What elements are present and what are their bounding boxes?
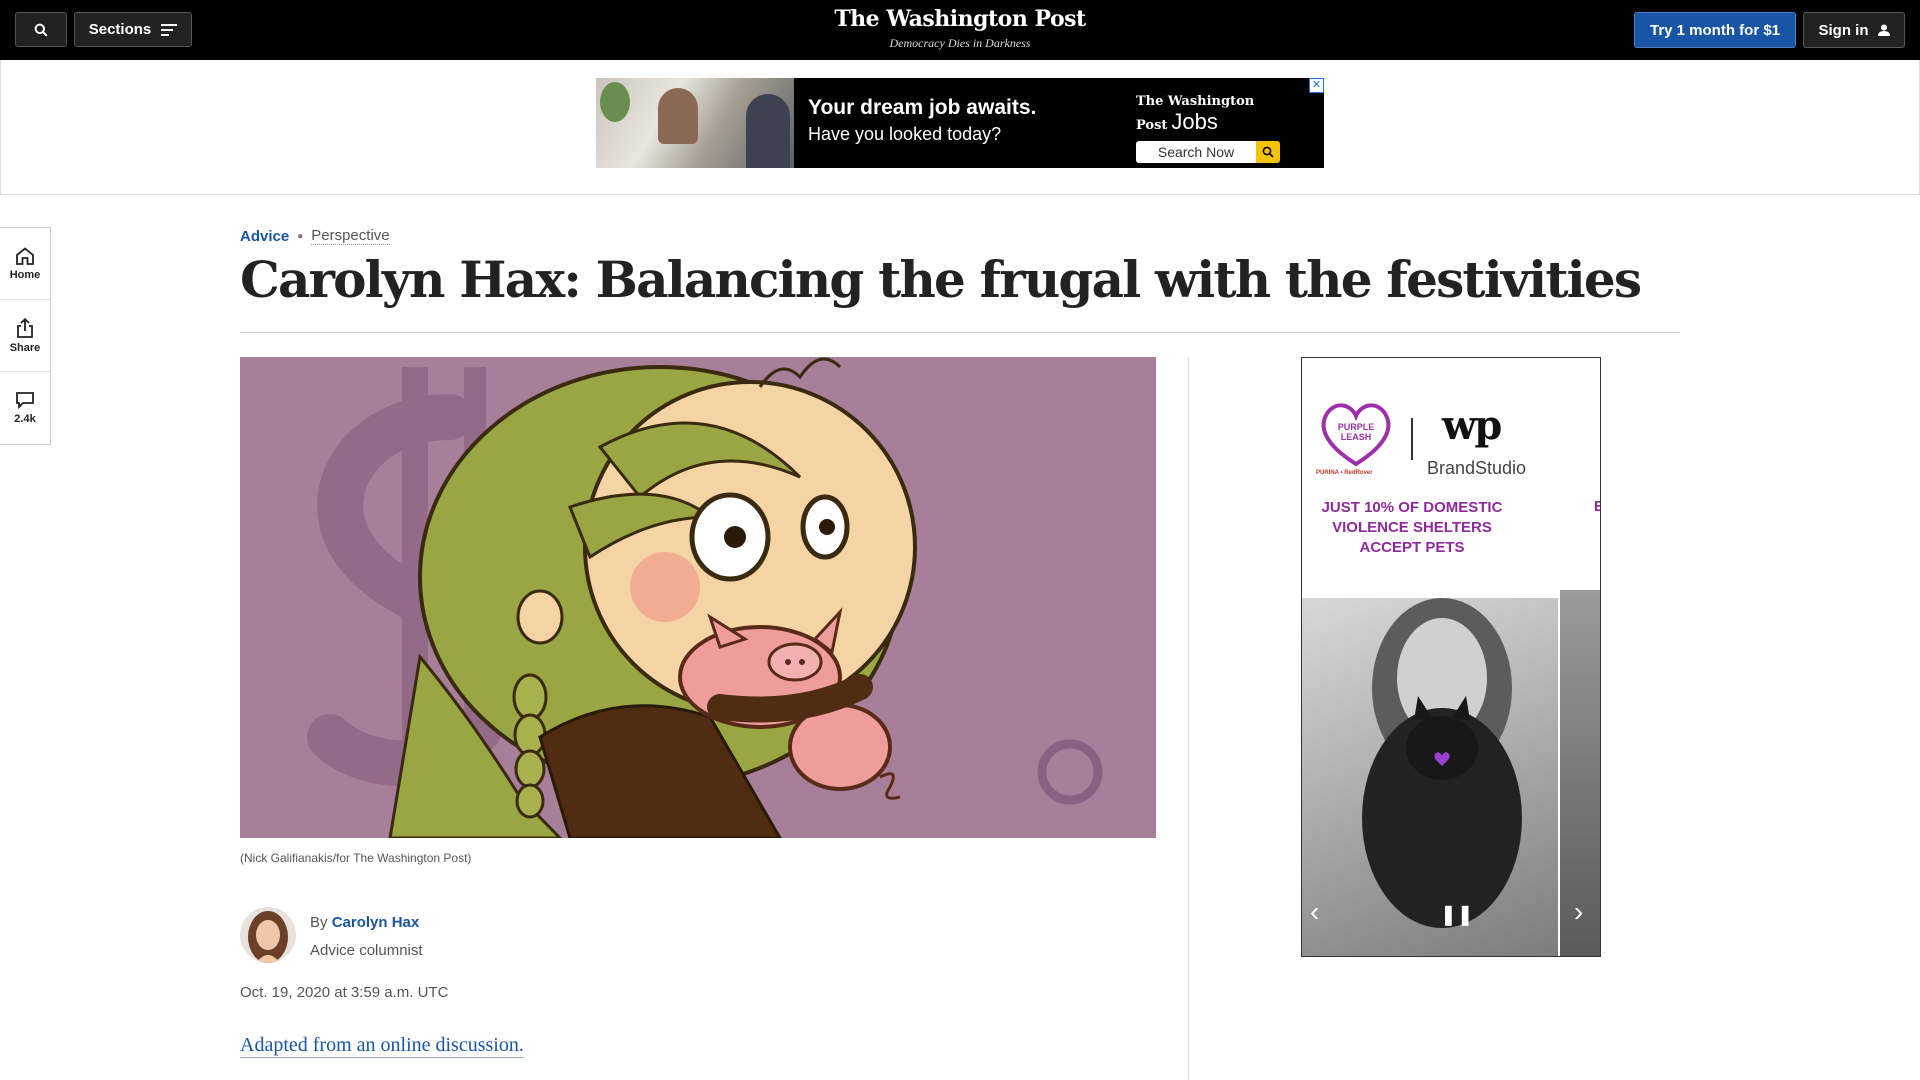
brand-logo[interactable]: The Washington Post Democracy Dies in Da… bbox=[760, 6, 1160, 51]
comment-icon bbox=[16, 392, 34, 409]
ad-close-icon[interactable]: ✕ bbox=[1309, 78, 1324, 93]
byline-prefix: By bbox=[310, 914, 328, 931]
ad-search-label: Search Now bbox=[1136, 141, 1256, 163]
brandstudio-label: BrandStudio bbox=[1427, 458, 1527, 478]
rail-comment-count: 2.4k bbox=[14, 413, 36, 425]
ad-next-button[interactable]: › bbox=[1574, 896, 1583, 928]
section-link[interactable]: Advice bbox=[240, 228, 289, 245]
purple-leash-heart-logo: PURPLE LEASH bbox=[1321, 403, 1391, 467]
kicker-separator: ● bbox=[297, 230, 304, 242]
perspective-label[interactable]: Perspective bbox=[311, 227, 390, 245]
author-role: Advice columnist bbox=[310, 942, 423, 959]
brand-tagline: Democracy Dies in Darkness bbox=[889, 36, 1031, 50]
rail-home-label: Home bbox=[9, 268, 41, 281]
rail-home-button[interactable]: Home bbox=[0, 228, 50, 300]
ad-message: JUST 10% OF DOMESTIC VIOLENCE SHELTERS A… bbox=[1321, 499, 1503, 556]
header-divider bbox=[240, 332, 1680, 333]
rail-comments-button[interactable]: 2.4k bbox=[0, 372, 50, 444]
publish-date: Oct. 19, 2020 at 3:59 a.m. UTC bbox=[240, 984, 449, 1001]
top-ad-banner[interactable]: Your dream job awaits. Have you looked t… bbox=[596, 78, 1324, 168]
ad-photo-woman-with-cat bbox=[1302, 598, 1558, 956]
home-icon bbox=[16, 246, 34, 265]
article-headline: Carolyn Hax: Balancing the frugal with t… bbox=[240, 250, 1642, 309]
article-kicker: Advice ● Perspective bbox=[240, 227, 390, 245]
share-icon bbox=[17, 317, 33, 338]
search-icon bbox=[34, 23, 48, 37]
top-navigation-bar: Sections The Washington Post Democracy D… bbox=[0, 0, 1920, 60]
sign-in-button[interactable]: Sign in bbox=[1803, 12, 1905, 48]
sections-label: Sections bbox=[88, 21, 152, 38]
rail-share-button[interactable]: Share bbox=[0, 300, 50, 372]
ad-search-icon bbox=[1256, 141, 1280, 163]
svg-text:LEASH: LEASH bbox=[1341, 432, 1372, 442]
brand-name: The Washington Post bbox=[834, 6, 1086, 32]
ad-prev-button[interactable]: ‹ bbox=[1310, 896, 1319, 928]
ad-subline: Have you looked today? bbox=[808, 124, 1002, 144]
ad-headline: Your dream job awaits. bbox=[808, 96, 1037, 119]
author-avatar[interactable] bbox=[240, 907, 296, 963]
ad-logo-divider bbox=[1411, 418, 1413, 460]
subscribe-offer-button[interactable]: Try 1 month for $1 bbox=[1634, 12, 1796, 48]
left-action-rail: Home Share 2.4k bbox=[0, 227, 51, 445]
wp-logo: wp bbox=[1442, 402, 1502, 449]
sections-menu-button[interactable]: Sections bbox=[74, 12, 192, 47]
sidebar-ad[interactable]: PURPLE LEASH PURINA • RedRover wp BrandS… bbox=[1301, 357, 1601, 957]
byline: By Carolyn Hax bbox=[310, 914, 419, 931]
svg-text:PURPLE: PURPLE bbox=[1338, 422, 1375, 432]
sign-in-label: Sign in bbox=[1818, 21, 1869, 39]
ad-pause-button[interactable]: ❚❚ bbox=[1440, 902, 1474, 927]
article-illustration[interactable] bbox=[240, 357, 1156, 838]
ad-photo bbox=[596, 78, 794, 168]
user-icon bbox=[1877, 24, 1890, 36]
ad-search-now-button[interactable]: Search Now bbox=[1136, 141, 1280, 163]
rail-share-label: Share bbox=[9, 341, 41, 354]
ad-sponsor-text: PURINA • RedRover bbox=[1316, 470, 1373, 476]
author-link[interactable]: Carolyn Hax bbox=[332, 914, 420, 931]
ad-logo: The Washington Post Jobs bbox=[1136, 94, 1255, 134]
column-divider bbox=[1188, 357, 1189, 1080]
hamburger-icon bbox=[161, 23, 178, 36]
search-button[interactable] bbox=[15, 12, 67, 47]
illustration-artwork bbox=[307, 357, 1103, 838]
ad-next-slide-peek: E bbox=[1594, 498, 1600, 515]
illustration-caption: (Nick Galifianakis/for The Washington Po… bbox=[240, 851, 472, 865]
adapted-from-link[interactable]: Adapted from an online discussion. bbox=[240, 1034, 524, 1058]
